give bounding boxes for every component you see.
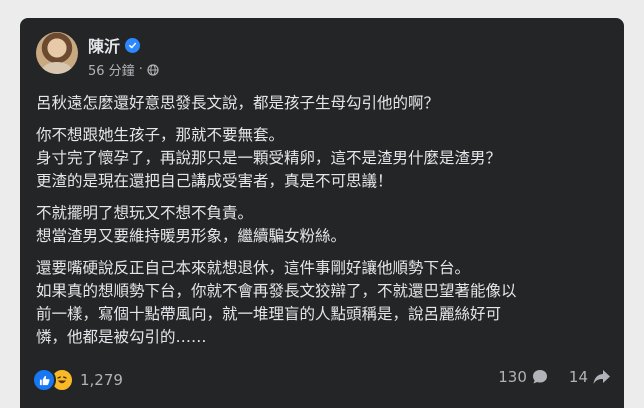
post-meta: 56 分鐘 · — [88, 60, 159, 79]
text-line: 呂秋遠怎麼還好意思發長文說，都是孩子生母勾引他的啊？ — [36, 94, 440, 112]
post-footer: 1,279 130 14 — [32, 368, 612, 394]
text-line: 身寸完了懷孕了，再說那只是一顆受精卵，這不是渣男什麼是渣男？ — [36, 149, 502, 167]
post-card: 陳沂 56 分鐘 · 呂秋遠怎麼還好意思發長文說，都是孩子生母勾引他的啊？ 你不… — [20, 18, 624, 408]
text-line: 想當渣男又要維持暖男形象，繼續騙女粉絲。 — [36, 227, 347, 245]
shares-stat[interactable]: 14 — [569, 368, 612, 386]
text-line: 更渣的是現在還把自己講成受害者，真是不可思議！ — [36, 172, 393, 190]
post-timestamp[interactable]: 56 分鐘 — [88, 60, 135, 79]
text-line: 不就擺明了想玩又不想不負責。 — [36, 204, 254, 222]
post-body: 呂秋遠怎麼還好意思發長文說，都是孩子生母勾引他的啊？ 你不想跟她生孩子，那就不要… — [36, 92, 611, 358]
post-stats: 130 14 — [498, 368, 612, 386]
author-name[interactable]: 陳沂 — [88, 33, 120, 57]
paragraph: 呂秋遠怎麼還好意思發長文說，都是孩子生母勾引他的啊？ — [36, 92, 611, 115]
globe-icon[interactable] — [147, 63, 159, 76]
share-count: 14 — [568, 368, 588, 386]
reactions-summary[interactable]: 1,279 — [32, 368, 123, 392]
comment-count: 130 — [498, 368, 527, 386]
comments-stat[interactable]: 130 — [498, 368, 549, 386]
meta-separator: · — [138, 62, 143, 77]
text-line: 前一樣，寫個十點帶風向，就一堆理盲的人點頭稱是，說呂麗絲好可 — [36, 305, 502, 323]
text-line: 還要嘴硬說反正自己本來就想退休，這件事剛好讓他順勢下台。 — [36, 259, 471, 277]
like-icon — [32, 368, 56, 392]
text-line: 憐，他都是被勾引的…… — [36, 328, 207, 346]
paragraph: 你不想跟她生孩子，那就不要無套。 身寸完了懷孕了，再說那只是一顆受精卵，這不是渣… — [36, 124, 611, 193]
text-line: 你不想跟她生孩子，那就不要無套。 — [36, 126, 285, 144]
reaction-count: 1,279 — [80, 371, 123, 389]
author-avatar[interactable] — [36, 32, 78, 74]
comment-icon — [532, 370, 547, 384]
share-icon — [593, 370, 610, 384]
text-line: 如果真的想順勢下台，你就不會再發長文狡辯了，不就還巴望著能像以 — [36, 282, 517, 300]
paragraph: 不就擺明了想玩又不想不負責。 想當渣男又要維持暖男形象，繼續騙女粉絲。 — [36, 202, 611, 248]
paragraph: 還要嘴硬說反正自己本來就想退休，這件事剛好讓他順勢下台。 如果真的想順勢下台，你… — [36, 257, 611, 349]
verified-badge-icon — [125, 37, 141, 53]
author-row: 陳沂 — [88, 33, 141, 57]
